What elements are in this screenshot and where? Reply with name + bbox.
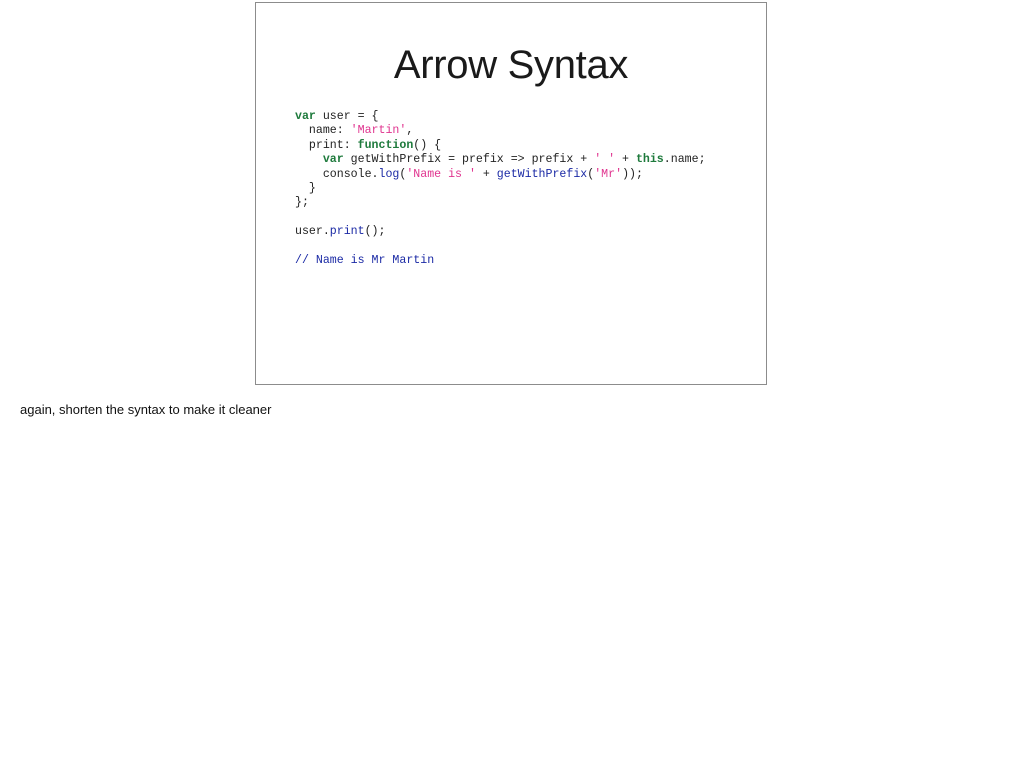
code-token-string: 'Mr' xyxy=(594,167,623,181)
code-line: name: 'Martin', xyxy=(295,124,706,138)
code-token-plain: print: xyxy=(295,138,358,152)
code-token-keyword: var xyxy=(295,110,316,123)
code-token-plain: } xyxy=(295,181,316,195)
code-token-keyword: var xyxy=(322,153,344,167)
code-token-plain: .name; xyxy=(663,153,706,167)
code-token-plain: , xyxy=(406,124,414,138)
code-line: user.print(); xyxy=(295,225,706,239)
slide-frame: Arrow Syntax var user = { name: 'Martin'… xyxy=(255,2,767,385)
code-token-plain: getWithPrefix = prefix => prefix + xyxy=(343,153,595,167)
code-token-string: ' ' xyxy=(594,153,616,167)
code-token-plain: user = { xyxy=(315,110,379,123)
code-token-keyword: function xyxy=(357,138,414,152)
code-token-function: log xyxy=(378,167,400,181)
code-token-plain: (); xyxy=(364,225,386,239)
code-token-keyword: this xyxy=(635,153,664,167)
code-token-plain: )); xyxy=(622,167,643,181)
code-token-function: print xyxy=(329,225,365,239)
code-token-plain: }; xyxy=(295,196,309,210)
code-token-comment: // Name is Mr Martin xyxy=(295,253,435,267)
speaker-notes: again, shorten the syntax to make it cle… xyxy=(20,402,272,417)
code-token-string: 'Name is ' xyxy=(406,167,476,181)
code-token-plain: user. xyxy=(295,225,330,239)
slide-title: Arrow Syntax xyxy=(393,43,629,87)
code-line: }; xyxy=(295,196,706,210)
code-line: // Name is Mr Martin xyxy=(295,254,706,268)
code-token-string: 'Martin' xyxy=(350,124,407,138)
code-token-plain: name: xyxy=(295,124,351,138)
code-line: var getWithPrefix = prefix => prefix + '… xyxy=(295,153,706,167)
code-token-plain: () { xyxy=(413,138,442,152)
code-line: print: function() { xyxy=(295,139,706,153)
code-token-plain: console. xyxy=(295,167,379,181)
code-line: } xyxy=(295,182,706,196)
code-token-plain: + xyxy=(475,167,497,181)
code-line: var user = { xyxy=(295,110,706,124)
code-line: console.log('Name is ' + getWithPrefix('… xyxy=(295,168,706,182)
code-token-plain: + xyxy=(615,153,636,167)
code-token-function: getWithPrefix xyxy=(496,167,588,181)
code-block: var user = { name: 'Martin', print: func… xyxy=(295,110,706,268)
